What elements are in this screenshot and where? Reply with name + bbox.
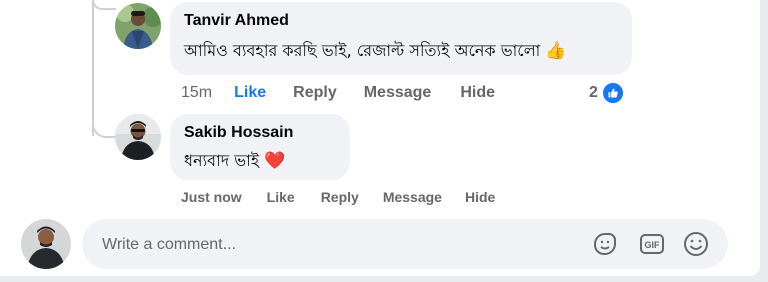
like-count[interactable]: 2 xyxy=(589,81,625,105)
current-user-avatar[interactable] xyxy=(21,219,71,269)
like-count-number: 2 xyxy=(589,84,598,101)
like-reaction-icon xyxy=(600,81,625,105)
hide-button[interactable]: Hide xyxy=(460,84,495,102)
gif-icon[interactable]: GIF xyxy=(638,230,666,258)
comment-author[interactable]: Tanvir Ahmed xyxy=(184,12,618,30)
comment-section: Tanvir Ahmed আমিও ব্যবহার করছি ভাই, রেজা… xyxy=(0,0,760,276)
reply-button[interactable]: Reply xyxy=(321,189,359,205)
avatar-tanvir[interactable] xyxy=(115,3,161,49)
emoji-icon[interactable] xyxy=(682,230,710,258)
hide-button[interactable]: Hide xyxy=(465,189,495,205)
comment-text: ধন্যবাদ ভাই ❤️ xyxy=(184,148,336,175)
comment-time[interactable]: Just now xyxy=(181,189,242,205)
heart-emoji: ❤️ xyxy=(264,151,286,171)
message-button[interactable]: Message xyxy=(364,84,432,102)
comment-text: আমিও ব্যবহার করছি ভাই, রেজাল্ট সত্যিই অন… xyxy=(184,38,618,65)
comment-bubble-sakib: Sakib Hossain ধন্যবাদ ভাই ❤️ xyxy=(170,114,350,180)
comment-text-body: আমিও ব্যবহার করছি ভাই, রেজাল্ট সত্যিই অন… xyxy=(184,41,541,60)
svg-text:GIF: GIF xyxy=(645,240,661,250)
message-button[interactable]: Message xyxy=(383,189,442,205)
comment-actions-sakib: Just now Like Reply Message Hide xyxy=(181,189,495,205)
sticker-icon[interactable] xyxy=(591,230,619,258)
like-button[interactable]: Like xyxy=(234,84,266,102)
comment-author[interactable]: Sakib Hossain xyxy=(184,124,336,142)
like-button[interactable]: Like xyxy=(267,189,295,205)
comment-text-body: ধন্যবাদ ভাই xyxy=(184,151,260,170)
thread-line-top xyxy=(92,0,116,10)
comment-input[interactable] xyxy=(100,231,574,259)
thumbs-up-emoji: 👍 xyxy=(545,41,567,61)
comment-bubble-tanvir: Tanvir Ahmed আমিও ব্যবহার করছি ভাই, রেজা… xyxy=(170,2,632,75)
comment-composer: GIF xyxy=(82,219,728,269)
comment-time[interactable]: 15m xyxy=(181,84,212,102)
avatar-sakib[interactable] xyxy=(115,114,161,160)
thread-line-branch xyxy=(92,108,116,138)
reply-button[interactable]: Reply xyxy=(293,84,337,102)
comment-actions-tanvir: 15m Like Reply Message Hide xyxy=(181,84,495,102)
